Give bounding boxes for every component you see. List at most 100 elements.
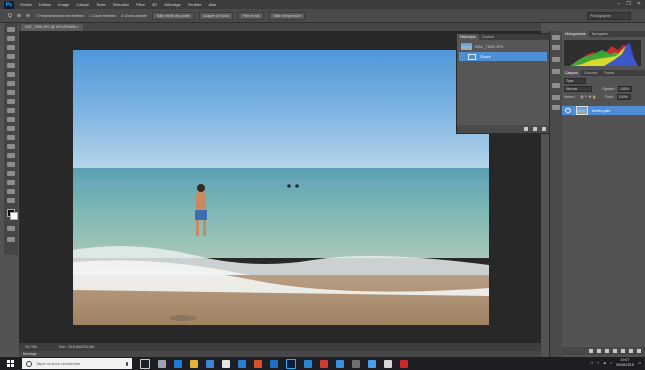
cortana-circle-icon[interactable] [140,358,150,369]
mail-icon[interactable] [222,359,230,368]
new-snapshot-icon[interactable] [533,127,537,131]
info-panel-icon[interactable] [552,69,560,74]
eye-icon[interactable] [565,108,571,113]
link-layers-icon[interactable] [589,349,593,353]
photoshop-taskbar-icon[interactable] [286,358,296,369]
people-icon[interactable]: ⚇ [590,361,593,365]
taskbar-clock[interactable]: 19:07 05/08/2018 [616,358,634,367]
zoom-level[interactable]: 15,74% [25,345,39,349]
screen-mode-icon[interactable] [7,237,15,242]
blend-mode-select[interactable]: Normal [564,86,592,92]
app-lightblue-icon[interactable] [368,359,376,368]
tab-navigation[interactable]: Navigation [589,31,612,37]
office-icon[interactable] [254,359,262,368]
menu-filtre[interactable]: Filtre [136,2,145,7]
shape-tool-icon[interactable] [7,180,15,185]
print-size-button[interactable]: Taille d'impression [268,11,306,20]
actual-pixels-button[interactable]: Taille réelle des pixels [152,11,195,20]
eraser-tool-icon[interactable] [7,117,15,122]
quick-mask-icon[interactable] [7,226,15,231]
paragraph-panel-icon[interactable] [552,105,560,110]
zoom-tool-icon[interactable]: Q [8,13,12,19]
gradient-tool-icon[interactable] [7,126,15,131]
zoom-in-icon[interactable]: ⊕ [17,13,21,19]
layer-kind-filter[interactable]: Type [564,78,586,84]
background-color-swatch[interactable] [10,212,18,220]
marquee-tool-icon[interactable] [7,36,15,41]
trash-icon[interactable] [542,127,546,131]
menu-texte[interactable]: Texte [96,2,106,7]
new-document-from-state-icon[interactable] [524,127,528,131]
word-icon[interactable] [270,359,278,368]
app-grey-icon[interactable] [352,359,360,368]
document-tab[interactable]: DSC_7005.JPG @ 16% (RVB/8) × [21,24,83,31]
history-snapshot[interactable]: DSC_7005.JPG [459,42,547,51]
edge-icon[interactable] [174,359,182,368]
fit-screen-button[interactable]: Adapter à l'écran [199,11,234,20]
lock-icons[interactable]: ▨ ✎ ✥ 🔒 [580,95,596,99]
path-select-tool-icon[interactable] [7,171,15,176]
tab-couches[interactable]: Couches [581,70,601,76]
workspace-select[interactable]: Photographie [587,12,631,20]
volume-icon[interactable]: ◖ [610,361,612,365]
history-state-open[interactable]: Ouvrir [459,52,547,61]
pen-tool-icon[interactable] [7,153,15,158]
character-panel-icon[interactable] [552,95,560,100]
menu-fenetre[interactable]: Fenêtre [188,2,202,7]
fill-input[interactable]: 100% [616,94,631,100]
tab-histogramme[interactable]: Histogramme [562,31,589,37]
scrubby-zoom-checkbox[interactable]: ☑ Zoom variable [121,14,147,18]
document-tab-close-icon[interactable]: × [77,25,79,29]
app-red-icon[interactable] [320,359,328,368]
healing-tool-icon[interactable] [7,81,15,86]
tab-traces[interactable]: Tracés [601,70,618,76]
hand-tool-icon[interactable] [7,189,15,194]
notifications-icon[interactable]: ▭ [638,361,641,365]
close-button[interactable]: ✕ [637,1,641,7]
tab-couleur[interactable]: Couleur [479,34,497,40]
eyedropper-tool-icon[interactable] [7,72,15,77]
microphone-icon[interactable] [126,361,128,366]
crop-tool-icon[interactable] [7,63,15,68]
properties-panel-icon[interactable] [552,57,560,62]
layer-style-icon[interactable] [597,349,601,353]
pdf-icon[interactable] [400,359,408,368]
photos-icon[interactable] [238,359,246,368]
store-icon[interactable] [206,359,214,368]
network-icon[interactable]: ▰ [603,361,606,365]
app-blue-icon[interactable] [336,359,344,368]
adjustment-layer-icon[interactable] [613,349,617,353]
new-group-icon[interactable] [621,349,625,353]
minimize-button[interactable]: – [618,1,621,7]
taskbar-search-box[interactable]: Taper ici pour rechercher [22,358,132,369]
history-brush-tool-icon[interactable] [7,108,15,113]
history-panel-icon[interactable] [552,35,560,40]
menu-3d[interactable]: 3D [152,2,157,7]
app-white-icon[interactable] [384,359,392,368]
lasso-tool-icon[interactable] [7,45,15,50]
opacity-input[interactable]: 100% [618,86,633,92]
file-explorer-icon[interactable] [190,359,198,368]
brush-tool-icon[interactable] [7,90,15,95]
zoom-all-windows-checkbox[interactable]: ☐ Zoom fenêtres [89,14,116,18]
zoom-tool-panel-icon[interactable] [7,198,15,203]
resize-windows-checkbox[interactable]: ☐ Redimensionner les fenêtres [35,14,84,18]
adjustments-panel-icon[interactable] [552,83,560,88]
actions-panel-icon[interactable] [552,45,560,50]
tab-historique[interactable]: Historique [457,34,479,40]
type-tool-icon[interactable] [7,162,15,167]
delete-layer-icon[interactable] [637,349,641,353]
move-tool-icon[interactable] [7,27,15,32]
menu-selection[interactable]: Sélection [113,2,129,7]
zoom-out-icon[interactable]: ⊖ [26,13,30,19]
blur-tool-icon[interactable] [7,135,15,140]
windows-start-button[interactable] [7,360,14,367]
quick-select-tool-icon[interactable] [7,54,15,59]
menu-fichier[interactable]: Fichier [20,2,32,7]
outlook-icon[interactable] [304,359,312,368]
dodge-tool-icon[interactable] [7,144,15,149]
clone-stamp-tool-icon[interactable] [7,99,15,104]
layer-row-background[interactable]: Arrière-plan [562,106,645,115]
beach-photo[interactable] [73,50,489,325]
layer-mask-icon[interactable] [605,349,609,353]
